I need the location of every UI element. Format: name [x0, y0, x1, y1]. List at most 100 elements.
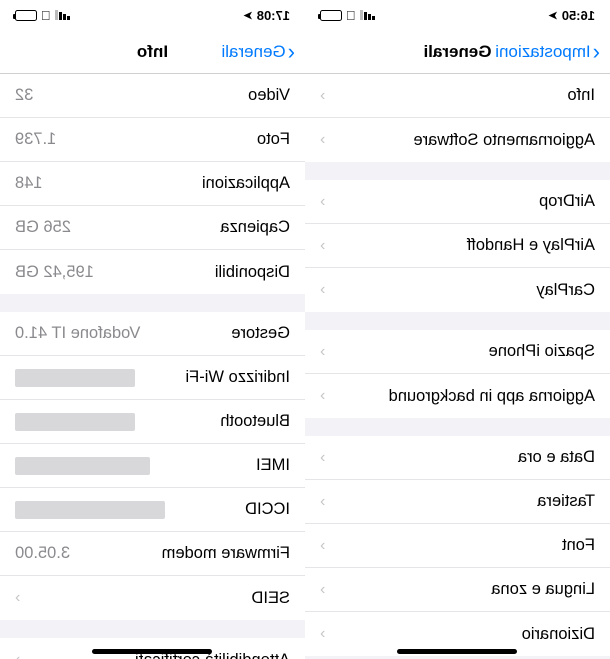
settings-row: GestoreVodafone IT 41.0	[0, 312, 305, 356]
time-label: 16:50	[562, 8, 595, 23]
row-label: Dizionario	[522, 625, 595, 644]
battery-icon	[320, 10, 342, 21]
row-value-box: ›	[320, 237, 331, 255]
row-value-box: ›	[320, 343, 331, 361]
redacted-value	[15, 501, 165, 519]
row-value: 148	[15, 174, 43, 193]
settings-row[interactable]: Lingua e zona›	[305, 568, 610, 612]
settings-group: Info › Aggiornamento Software ›	[305, 74, 610, 162]
settings-row[interactable]: Spazio iPhone ›	[305, 330, 610, 374]
row-label: AirPlay e Handoff	[467, 236, 595, 255]
redacted-value	[15, 369, 135, 387]
row-label: Lingua e zona	[491, 580, 595, 599]
page-title: Info	[137, 42, 168, 62]
settings-row[interactable]: Aggiornamento Software ›	[305, 118, 610, 162]
settings-group: Data e ora›Tastiera›Font›Lingua e zona›D…	[305, 436, 610, 656]
time-label: 17:08	[257, 8, 290, 23]
settings-row: Bluetooth	[0, 400, 305, 444]
row-value-box: ›	[320, 449, 331, 467]
navbar: ‹ Impostazioni Generali	[305, 30, 610, 74]
status-right: 􀙇	[320, 8, 375, 23]
wifi-icon: 􀙇	[346, 8, 356, 23]
home-indicator[interactable]	[93, 649, 213, 654]
chevron-right-icon: ›	[320, 449, 325, 467]
back-label: Impostazioni	[495, 42, 590, 62]
row-value-box: ›	[320, 281, 331, 299]
chevron-right-icon: ›	[320, 131, 325, 149]
settings-row[interactable]: AirDrop ›	[305, 180, 610, 224]
settings-row: ICCID	[0, 488, 305, 532]
content[interactable]: Video32 Foto 1.739 Applicazioni 148 Capienza 2…	[0, 74, 305, 659]
signal-icon	[55, 10, 70, 20]
row-label: Spazio iPhone	[489, 342, 595, 361]
settings-row[interactable]: Font›	[305, 524, 610, 568]
location-icon: ➤	[549, 9, 558, 22]
row-value-box: 256 GB	[15, 218, 71, 237]
chevron-right-icon: ›	[15, 589, 20, 607]
row-value: 195,42 GB	[15, 263, 94, 282]
status-bar: 16:50 ➤ 􀙇	[305, 0, 610, 30]
row-value-box: ›	[320, 87, 331, 105]
row-value-box: ›	[15, 651, 26, 659]
row-label: SEID	[251, 589, 290, 608]
settings-group: GestoreVodafone IT 41.0 Indirizzo Wi-Fi Bl…	[0, 312, 305, 620]
page-title: Generali	[423, 42, 491, 62]
content[interactable]: Info›Aggiornamento Software›AirDrop›AirP…	[305, 74, 610, 659]
wifi-icon: 􀙇	[41, 8, 51, 23]
row-value-box: ›	[320, 131, 331, 149]
chevron-right-icon: ›	[320, 87, 325, 105]
back-button[interactable]: ‹ Generali	[221, 41, 295, 63]
settings-row[interactable]: Info ›	[305, 74, 610, 118]
settings-row[interactable]: Tastiera›	[305, 480, 610, 524]
settings-row: Indirizzo Wi-Fi	[0, 356, 305, 400]
back-button[interactable]: ‹ Impostazioni	[495, 41, 600, 63]
chevron-right-icon: ›	[320, 343, 325, 361]
settings-group: Video32 Foto 1.739 Applicazioni 148 Capienza 2…	[0, 74, 305, 294]
row-label: IMEI	[256, 456, 290, 475]
row-value-box	[15, 369, 135, 387]
back-label: Generali	[221, 42, 285, 62]
row-label: Applicazioni	[202, 174, 290, 193]
row-value: 1.739	[15, 130, 56, 149]
row-label: Info	[567, 86, 595, 105]
row-value: 3.05.00	[15, 544, 70, 563]
row-label: CarPlay	[536, 281, 595, 300]
status-time: 17:08 ➤	[244, 8, 290, 23]
row-value-box: 32	[15, 86, 33, 105]
settings-row[interactable]: Data e ora ›	[305, 436, 610, 480]
home-indicator[interactable]	[398, 649, 518, 654]
settings-row[interactable]: CarPlay ›	[305, 268, 610, 312]
settings-group: AirDrop › AirPlay e Handoff › CarPlay ›	[305, 180, 610, 312]
row-value-box: ›	[320, 537, 331, 555]
settings-row: Capienza 256 GB	[0, 206, 305, 250]
settings-row[interactable]: AirPlay e Handoff ›	[305, 224, 610, 268]
settings-row: Disponibili 195,42 GB	[0, 250, 305, 294]
settings-row: Foto 1.739	[0, 118, 305, 162]
settings-row[interactable]: Aggiorna app in background›	[305, 374, 610, 418]
settings-row: Video32	[0, 74, 305, 118]
row-value-box	[15, 457, 150, 475]
redacted-value	[15, 413, 135, 431]
row-label: Capienza	[220, 218, 290, 237]
row-label: ICCID	[245, 500, 290, 519]
row-value: 256 GB	[15, 218, 71, 237]
navbar: ‹ Generali Info	[0, 30, 305, 74]
row-value-box: ›	[320, 625, 331, 643]
row-value-box: 195,42 GB	[15, 263, 94, 282]
row-value: Vodafone IT 41.0	[15, 324, 140, 343]
screen-generali: 16:50 ➤ 􀙇 ‹ Impostazioni Generali Info›A…	[305, 0, 610, 659]
row-label: Aggiorna app in background	[389, 387, 595, 406]
row-label: Data e ora	[518, 448, 595, 467]
row-label: Indirizzo Wi-Fi	[185, 368, 290, 387]
chevron-right-icon: ›	[320, 193, 325, 211]
row-label: Foto	[257, 130, 290, 149]
row-value-box	[15, 501, 165, 519]
settings-row[interactable]: SEID ›	[0, 576, 305, 620]
battery-icon	[15, 10, 37, 21]
chevron-right-icon: ›	[320, 625, 325, 643]
row-label: Aggiornamento Software	[413, 131, 595, 150]
row-label: Disponibili	[215, 263, 290, 282]
status-bar: 17:08 ➤ 􀙇	[0, 0, 305, 30]
row-value-box: ›	[320, 493, 331, 511]
row-label: AirDrop	[539, 192, 595, 211]
